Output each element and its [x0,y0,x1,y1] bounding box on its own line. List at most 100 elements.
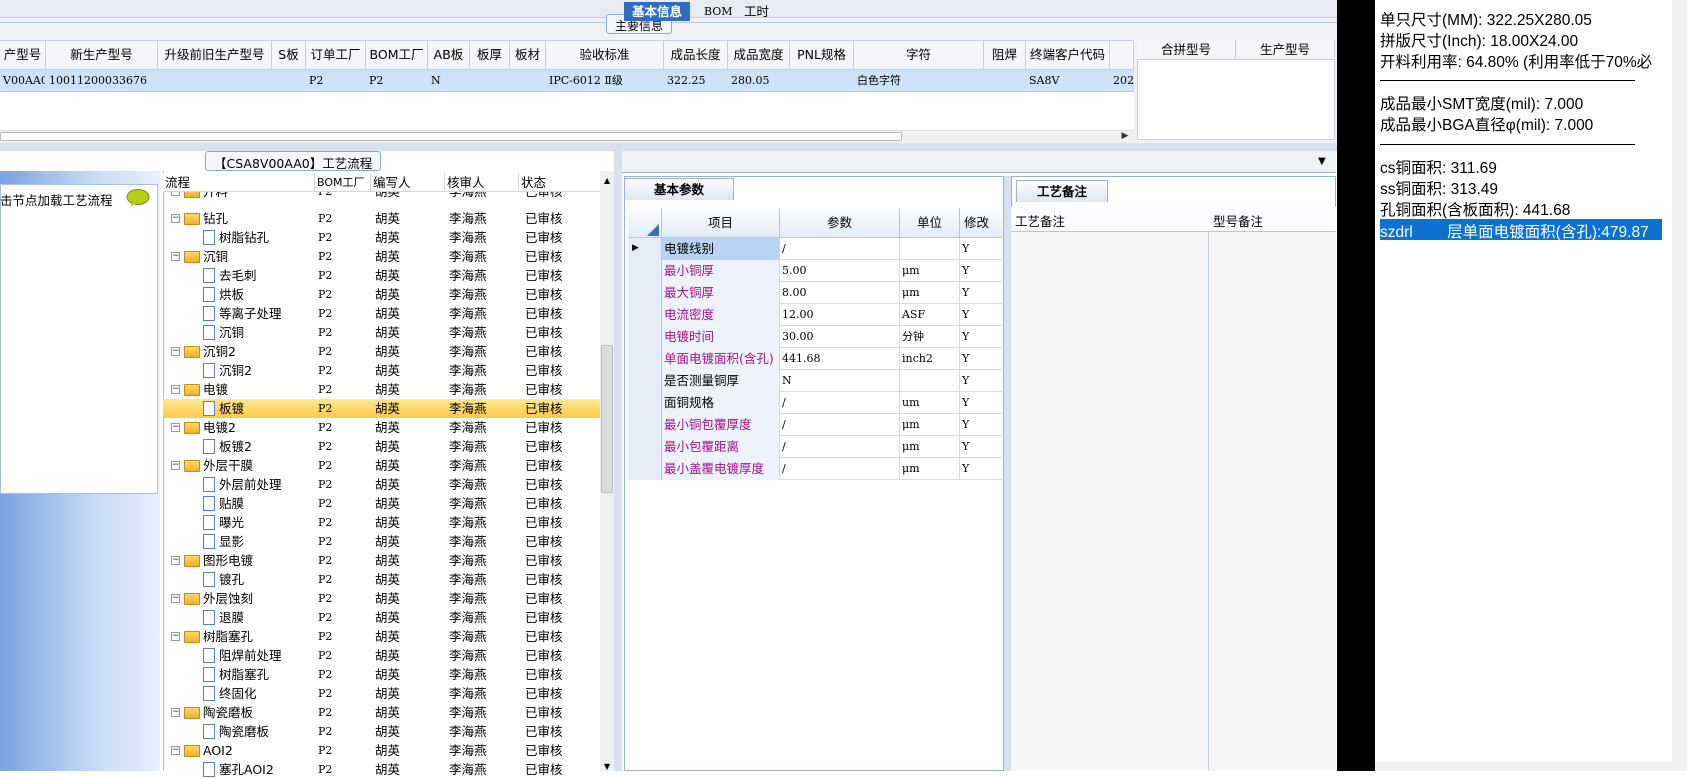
main-col-header[interactable]: 订单工厂 [306,41,366,71]
collapse-icon[interactable]: − [171,632,180,641]
main-cell[interactable] [275,70,305,92]
dropdown-caret-icon[interactable]: ▼ [1318,156,1326,167]
main-col-header[interactable]: 板厚 [470,41,510,71]
main-cell[interactable]: V00AA0 [3,70,45,92]
collapse-icon[interactable]: − [171,556,180,565]
tree-row[interactable]: − 钻孔 P2 胡英 李海燕 已审核 [163,209,600,228]
main-cell[interactable]: 10011200033676 [49,70,157,92]
param-modify[interactable]: Y [960,238,1002,260]
tree-row[interactable]: − 外层蚀刻 P2 胡英 李海燕 已审核 [163,589,600,608]
param-row[interactable]: 最大铜厚 8.00 μm Y [628,282,1002,304]
col-model-remark[interactable]: 型号备注 [1213,211,1263,230]
tree-row[interactable]: − 电镀 P2 胡英 李海燕 已审核 [163,380,600,399]
tree-row[interactable]: 陶瓷磨板 P2 胡英 李海燕 已审核 [163,722,600,741]
vertical-splitter[interactable] [614,151,622,771]
col-param[interactable]: 参数 [780,208,900,238]
main-col-header[interactable]: 终端客户代码 [1026,41,1110,71]
collapse-icon[interactable]: − [171,214,180,223]
tree-row[interactable]: − AOI2 P2 胡英 李海燕 已审核 [163,741,600,760]
main-col-header[interactable]: 阻焊 [984,41,1026,71]
tab-basic-info[interactable]: 基本信息 [624,2,691,21]
tree-row[interactable]: − 图形电镀 P2 胡英 李海燕 已审核 [163,551,600,570]
tree-row[interactable]: 树脂钻孔 P2 胡英 李海燕 已审核 [163,228,600,247]
tree-row[interactable]: − 陶瓷磨板 P2 胡英 李海燕 已审核 [163,703,600,722]
main-cell[interactable]: P2 [369,70,427,92]
main-cell[interactable]: 280.05 [731,70,789,92]
main-cell[interactable] [987,70,1025,92]
param-modify[interactable]: Y [960,326,1002,348]
param-modify[interactable]: Y [960,458,1002,480]
tree-row[interactable]: 沉铜2 P2 胡英 李海燕 已审核 [163,361,600,380]
param-row[interactable]: 最小包覆距离 / μm Y [628,436,1002,458]
param-row[interactable]: 电流密度 12.00 ASF Y [628,304,1002,326]
row-header[interactable] [628,370,662,392]
collapse-icon[interactable]: − [171,423,180,432]
param-modify[interactable]: Y [960,282,1002,304]
production-model-col[interactable]: 生产型号 [1236,40,1335,60]
bottom-scrollbar[interactable] [1375,762,1672,771]
tab-bom[interactable]: BOM [696,2,741,21]
row-header[interactable]: ▶ [628,238,662,260]
tree-row[interactable]: 沉铜 P2 胡英 李海燕 已审核 [163,323,600,342]
main-cell[interactable]: SA8V [1029,70,1109,92]
main-cell[interactable] [793,70,853,92]
collapse-icon[interactable]: − [171,708,180,717]
scroll-right-icon[interactable]: ▶ [1119,131,1131,142]
tree-row[interactable]: 曝光 P2 胡英 李海燕 已审核 [163,513,600,532]
param-value[interactable]: 30.00 [780,326,900,348]
tree-row[interactable]: 板镀 P2 胡英 李海燕 已审核 [163,399,600,418]
param-modify[interactable]: Y [960,414,1002,436]
main-col-header[interactable]: AB板 [428,41,470,71]
tree-row[interactable]: 塞孔AOI2 P2 胡英 李海燕 已审核 [163,760,600,779]
row-header[interactable] [628,260,662,282]
collapse-icon[interactable]: − [171,347,180,356]
tree-row[interactable]: 退膜 P2 胡英 李海燕 已审核 [163,608,600,627]
param-row[interactable]: 最小铜厚 5.00 μm Y [628,260,1002,282]
col-item[interactable]: 项目 [662,208,780,238]
tree-row[interactable]: − 沉铜2 P2 胡英 李海燕 已审核 [163,342,600,361]
param-value[interactable]: / [780,392,900,414]
collapse-icon[interactable]: − [171,385,180,394]
params-title[interactable]: 基本参数 [624,178,734,200]
col-status[interactable]: 状态 [519,173,600,192]
main-col-header[interactable]: 成品长度 [664,41,728,71]
tree-row[interactable]: 外层前处理 P2 胡英 李海燕 已审核 [163,475,600,494]
info-selected-line[interactable]: szdrl 层单面电镀面积(含孔):479.87 [1380,219,1662,241]
col-process-remark[interactable]: 工艺备注 [1015,211,1065,230]
main-col-header[interactable] [1110,41,1134,71]
tree-row[interactable]: 显影 P2 胡英 李海燕 已审核 [163,532,600,551]
tree-row[interactable]: 镀孔 P2 胡英 李海燕 已审核 [163,570,600,589]
param-modify[interactable]: Y [960,392,1002,414]
scroll-up-icon[interactable]: ▲ [604,176,610,185]
param-value[interactable]: / [780,414,900,436]
speech-bubble-icon[interactable] [126,189,150,207]
param-value[interactable]: / [780,458,900,480]
main-col-header[interactable]: 验收标准 [546,41,664,71]
params-splitter[interactable] [1004,176,1011,771]
row-header[interactable] [628,326,662,348]
param-row[interactable]: 最小盖覆电镀厚度 / μm Y [628,458,1002,480]
main-grid-row[interactable]: V00AA0 10011200033676 P2 P2 N IPC-6012 Ⅱ级 322.… [0,70,1134,92]
main-cell[interactable]: 322.25 [667,70,727,92]
param-value[interactable]: / [780,436,900,458]
param-modify[interactable]: Y [960,260,1002,282]
tree-row[interactable]: 烘板 P2 胡英 李海燕 已审核 [163,285,600,304]
main-col-header[interactable]: BOM工厂 [366,41,428,71]
main-col-header[interactable]: 板材 [510,41,546,71]
col-reviewer[interactable]: 核审人 [445,173,519,192]
param-value[interactable]: 12.00 [780,304,900,326]
tree-row[interactable]: 阻焊前处理 P2 胡英 李海燕 已审核 [163,646,600,665]
hscroll-thumb[interactable] [0,132,902,141]
param-row[interactable]: 单面电镀面积(含孔) 441.68 inch2 Y [628,348,1002,370]
tree-row[interactable]: − 外层干膜 P2 胡英 李海燕 已审核 [163,456,600,475]
main-cell[interactable]: N [431,70,469,92]
tree-row[interactable]: 等离子处理 P2 胡英 李海燕 已审核 [163,304,600,323]
row-header[interactable] [628,458,662,480]
col-modify[interactable]: 修改 [960,208,1002,238]
col-bom-factory[interactable]: BOM工厂 [315,173,371,192]
param-value[interactable]: 441.68 [780,348,900,370]
main-col-header[interactable]: 升级前旧生产型号 [158,41,272,71]
main-col-header[interactable]: PNL规格 [790,41,854,71]
tree-vscroll-thumb[interactable] [601,345,613,493]
tab-work-hours[interactable]: 工时 [736,2,777,21]
